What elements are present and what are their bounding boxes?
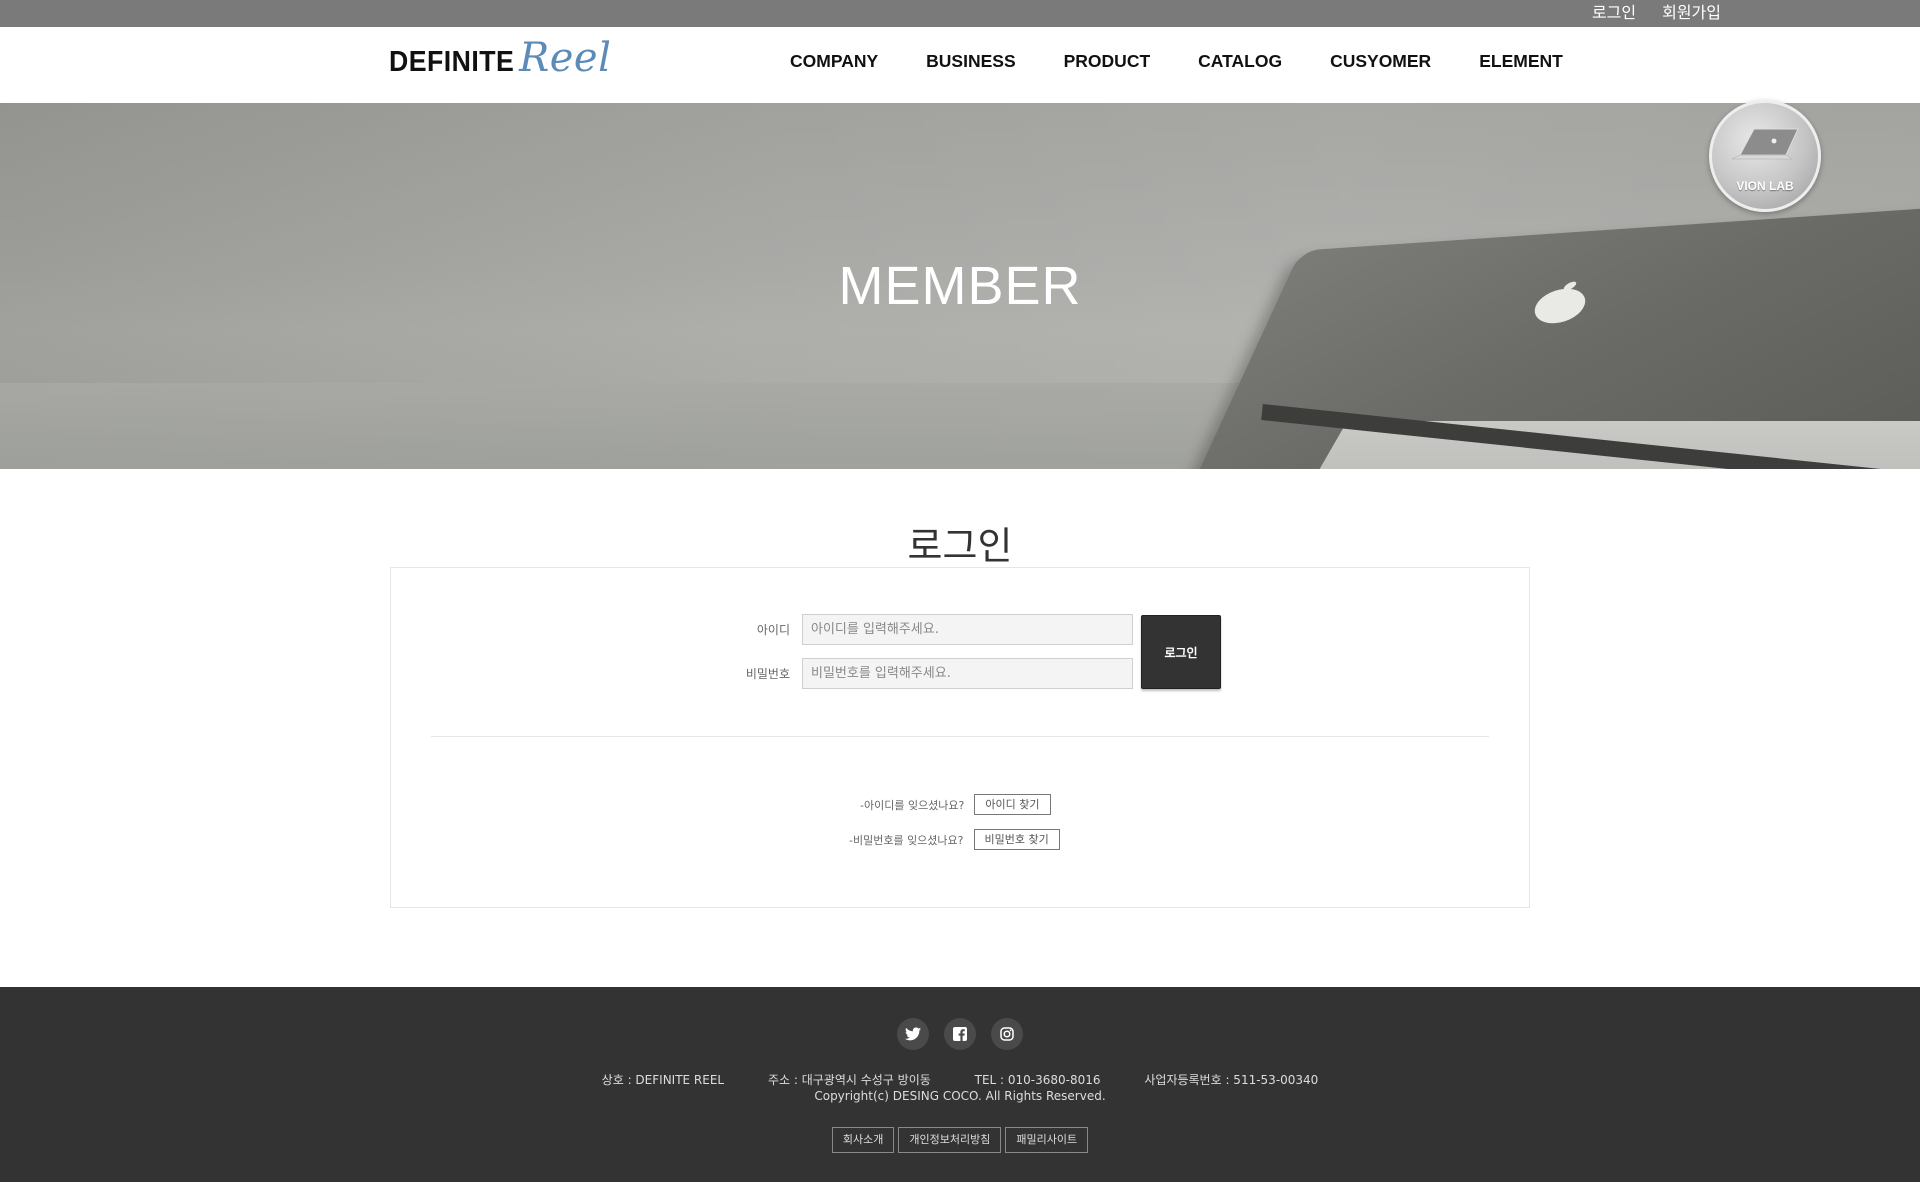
find-password-button[interactable]: 비밀번호 찾기 <box>973 829 1060 850</box>
logo-text-script: Reel <box>519 35 612 81</box>
laptop-icon <box>1731 128 1799 160</box>
footer-links: 회사소개 개인정보처리방침 패밀리사이트 <box>0 1127 1920 1153</box>
nav-product[interactable]: PRODUCT <box>1064 51 1151 72</box>
id-row: 아이디 아이디를 입력해주세요. <box>730 614 1133 645</box>
footer-link-about[interactable]: 회사소개 <box>831 1127 895 1153</box>
hero-title: MEMBER <box>838 256 1082 316</box>
id-label: 아이디 <box>756 623 790 637</box>
forgot-id-text: -아이디를 잊으셨나요? <box>860 798 965 812</box>
hero-banner: MEMBER <box>0 103 1920 469</box>
copyright: Copyright(c) DESING COCO. All Rights Res… <box>814 1089 1106 1103</box>
social-links <box>0 1018 1920 1050</box>
find-id-row: -아이디를 잊으셨나요? 아이디 찾기 <box>860 794 1051 815</box>
main-nav: COMPANY BUSINESS PRODUCT CATALOG CUSYOME… <box>790 51 1563 72</box>
top-utility-bar: 로그인 회원가입 <box>0 0 1920 27</box>
nav-business[interactable]: BUSINESS <box>926 51 1015 72</box>
nav-element[interactable]: ELEMENT <box>1479 51 1563 72</box>
instagram-icon[interactable] <box>991 1018 1023 1050</box>
logo-text-bold: DEFINITE <box>389 46 515 78</box>
company-name: 상호 : DEFINITE REEL <box>601 1073 725 1087</box>
nav-catalog[interactable]: CATALOG <box>1198 51 1282 72</box>
find-id-button[interactable]: 아이디 찾기 <box>974 794 1051 815</box>
footer-link-privacy[interactable]: 개인정보처리방침 <box>898 1127 1002 1153</box>
facebook-icon[interactable] <box>944 1018 976 1050</box>
forgot-password-text: -비밀번호를 잊으셨나요? <box>849 833 964 847</box>
login-form: 아이디 아이디를 입력해주세요. 비밀번호 비밀번호를 입력해주세요. 로그인 … <box>390 567 1530 908</box>
company-address: 주소 : 대구광역시 수성구 방이동 <box>767 1073 931 1087</box>
footer: 상호 : DEFINITE REEL 주소 : 대구광역시 수성구 방이동 TE… <box>0 987 1920 1182</box>
twitter-icon[interactable] <box>897 1018 929 1050</box>
nav-company[interactable]: COMPANY <box>790 51 878 72</box>
top-login-link[interactable]: 로그인 <box>1592 3 1636 23</box>
footer-link-family-site[interactable]: 패밀리사이트 <box>1005 1127 1089 1153</box>
header: DEFINITE Reel COMPANY BUSINESS PRODUCT C… <box>0 27 1920 103</box>
id-input[interactable]: 아이디를 입력해주세요. <box>802 614 1133 645</box>
company-tel: TEL : 010-3680-8016 <box>974 1073 1101 1087</box>
login-submit-button[interactable]: 로그인 <box>1141 615 1221 689</box>
nav-customer[interactable]: CUSYOMER <box>1330 51 1431 72</box>
logo[interactable]: DEFINITE Reel <box>389 35 611 85</box>
badge-label: VION LAB <box>1736 179 1794 193</box>
business-number: 사업자등록번호 : 511-53-00340 <box>1144 1073 1319 1087</box>
utility-links: 로그인 회원가입 <box>1592 3 1721 23</box>
top-signup-link[interactable]: 회원가입 <box>1662 3 1721 23</box>
password-input[interactable]: 비밀번호를 입력해주세요. <box>802 658 1133 689</box>
vion-lab-badge[interactable]: VION LAB <box>1709 100 1821 212</box>
page-title: 로그인 <box>907 524 1013 568</box>
password-label: 비밀번호 <box>745 667 790 681</box>
company-info: 상호 : DEFINITE REEL 주소 : 대구광역시 수성구 방이동 TE… <box>0 1071 1920 1088</box>
password-row: 비밀번호 비밀번호를 입력해주세요. <box>730 658 1133 689</box>
divider <box>431 736 1489 737</box>
find-password-row: -비밀번호를 잊으셨나요? 비밀번호 찾기 <box>849 829 1060 850</box>
